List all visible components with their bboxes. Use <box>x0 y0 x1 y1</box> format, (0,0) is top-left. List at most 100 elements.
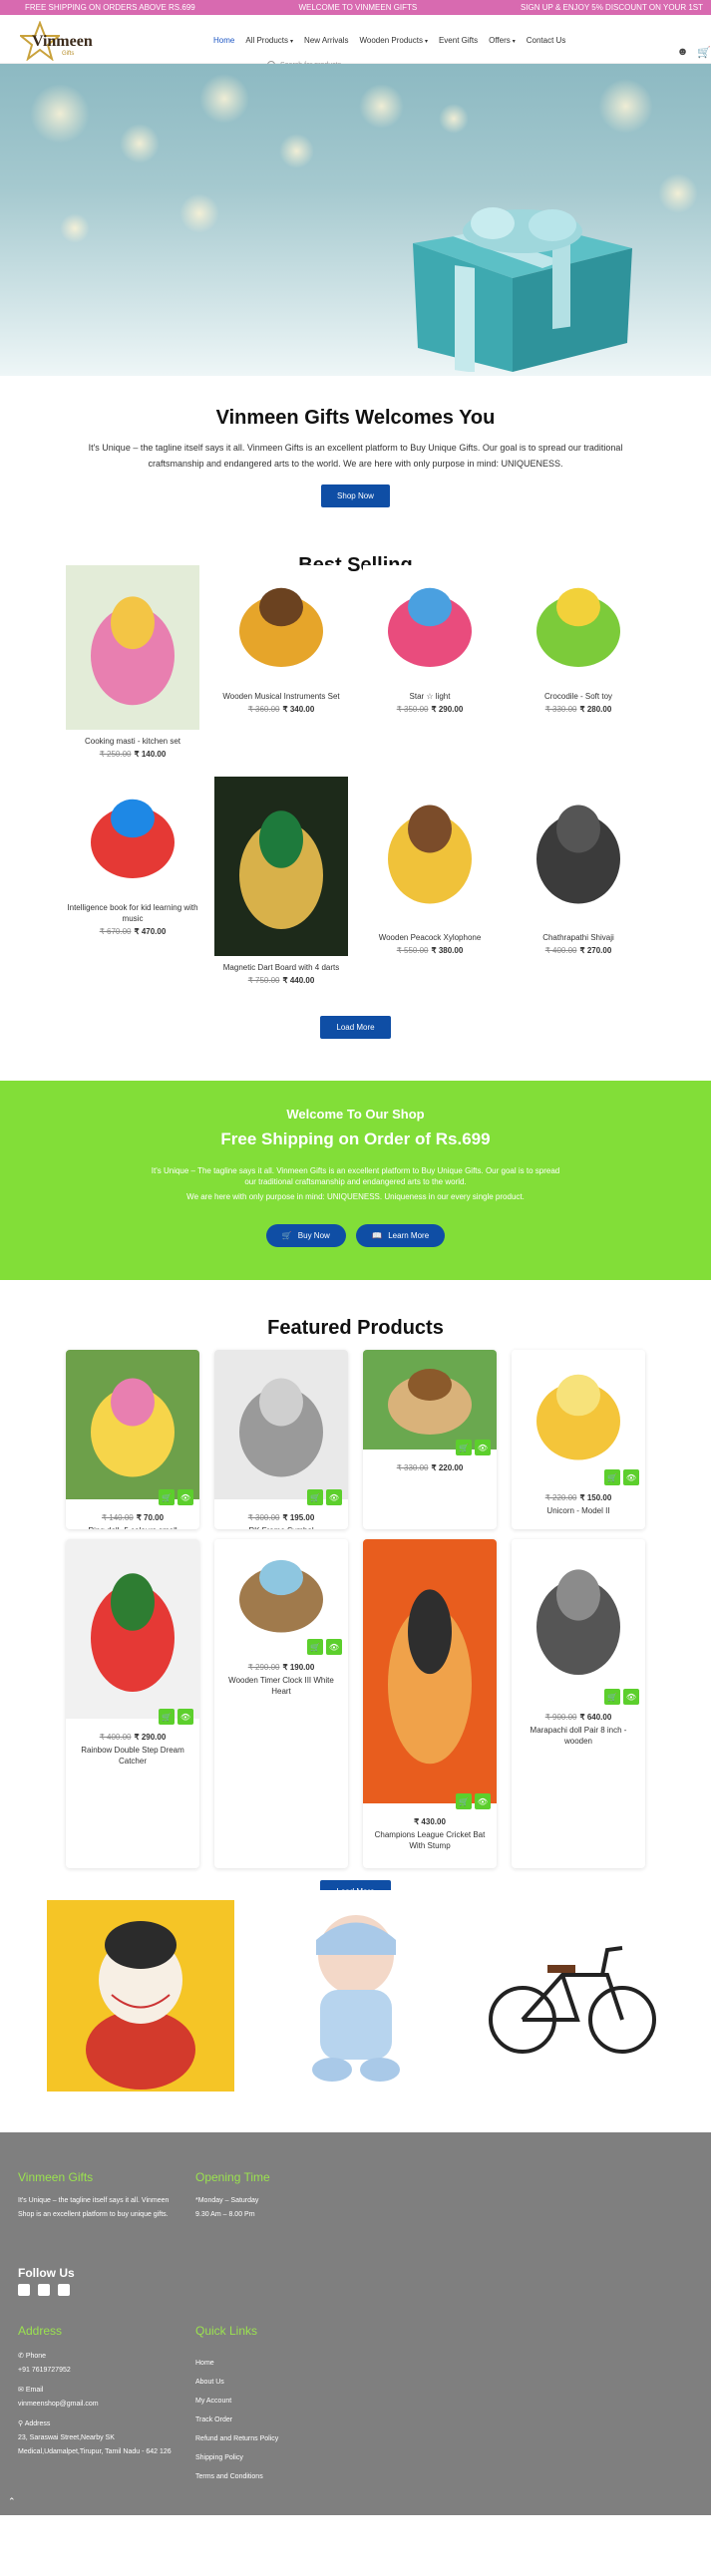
nav-item-wooden-products[interactable]: Wooden Products ▾ <box>360 36 428 45</box>
baby-doll-image[interactable] <box>261 1900 450 2092</box>
product-name[interactable]: Wooden Musical Instruments Set <box>214 691 348 702</box>
featured-product-card[interactable]: 🛒 👁 ₹ 330.00 ₹ 220.00 <box>363 1350 497 1529</box>
cart-icon[interactable]: 🛒 <box>697 46 711 59</box>
quick-view-icon[interactable]: 👁 <box>178 1709 193 1725</box>
facebook-icon[interactable] <box>18 2284 30 2296</box>
quick-view-icon[interactable]: 👁 <box>623 1689 639 1705</box>
product-card[interactable]: Wooden Musical Instruments Set ₹ 360.00 ₹ … <box>214 565 348 759</box>
product-image[interactable] <box>214 777 348 956</box>
quick-view-icon[interactable]: 👁 <box>326 1489 342 1505</box>
product-name[interactable]: Intelligence book for kid learning with … <box>66 902 199 924</box>
product-name[interactable]: Marapachi doll Pair 8 inch - wooden <box>512 1725 645 1747</box>
add-to-cart-icon[interactable]: 🛒 <box>159 1709 175 1725</box>
featured-product-card[interactable]: 🛒 👁 ₹ 400.00 ₹ 290.00 Rainbow Double Step Dr… <box>66 1539 199 1868</box>
metal-bicycle-image[interactable] <box>477 1900 665 2092</box>
promo-text-2: We are here with only purpose in mind: U… <box>186 1192 525 1201</box>
product-image[interactable] <box>512 777 645 926</box>
learn-more-button[interactable]: 📖 Learn More <box>356 1224 446 1247</box>
product-image[interactable] <box>66 777 199 896</box>
phone-number[interactable]: +91 7619727952 <box>18 2367 71 2374</box>
nav-item-all-products[interactable]: All Products ▾ <box>245 36 293 45</box>
buddha-figurine-image[interactable] <box>46 1900 234 2092</box>
product-name[interactable]: Chathrapathi Shivaji <box>512 932 645 943</box>
product-name[interactable]: Magnetic Dart Board with 4 darts <box>214 962 348 973</box>
featured-product-card[interactable]: 🛒 👁 ₹ 220.00 ₹ 150.00 Unicorn - Model II <box>512 1350 645 1529</box>
product-card[interactable]: Cooking masti - kitchen set ₹ 250.00 ₹ 140… <box>66 565 199 759</box>
product-name[interactable]: Star ☆ light <box>363 691 497 702</box>
promo-heading: Welcome To Our Shop <box>286 1107 425 1122</box>
shop-now-button[interactable]: Shop Now <box>321 484 390 507</box>
product-image[interactable] <box>363 565 497 685</box>
scroll-top-icon[interactable]: ⌃ <box>8 2496 16 2507</box>
email-address[interactable]: vinmeenshop@gmail.com <box>18 2401 99 2408</box>
featured-product-card[interactable]: 🛒 👁 ₹ 430.00 Champions League Cricket Bat W… <box>363 1539 497 1868</box>
footer-opening-days: *Monday – Saturday <box>195 2197 259 2204</box>
product-card[interactable]: Star ☆ light ₹ 350.00 ₹ 290.00 <box>363 565 497 759</box>
quick-view-icon[interactable]: 👁 <box>326 1639 342 1655</box>
add-to-cart-icon[interactable]: 🛒 <box>159 1489 175 1505</box>
nav-item-contact-us[interactable]: Contact Us <box>527 36 566 45</box>
instagram-icon[interactable] <box>58 2284 70 2296</box>
hero-banner[interactable] <box>0 64 711 376</box>
product-card[interactable]: Intelligence book for kid learning with … <box>66 777 199 985</box>
product-image[interactable]: 🛒 👁 <box>512 1539 645 1705</box>
product-image[interactable]: 🛒 👁 <box>363 1350 497 1455</box>
add-to-cart-icon[interactable]: 🛒 <box>456 1793 472 1809</box>
old-price: ₹ 330.00 <box>396 1463 429 1472</box>
quick-view-icon[interactable]: 👁 <box>178 1489 193 1505</box>
product-card[interactable]: Chathrapathi Shivaji ₹ 400.00 ₹ 270.00 <box>512 777 645 985</box>
nav-item-event-gifts[interactable]: Event Gifts <box>439 36 478 45</box>
site-logo[interactable]: Vinmeen Gifts <box>20 21 110 61</box>
featured-load-more-button[interactable]: Load More <box>320 1880 391 1890</box>
footer-link[interactable]: Track Order <box>195 2411 278 2429</box>
add-to-cart-icon[interactable]: 🛒 <box>604 1469 620 1485</box>
product-name[interactable]: Champions League Cricket Bat With Stump <box>363 1829 497 1851</box>
footer-link[interactable]: About Us <box>195 2373 278 2392</box>
product-image[interactable]: 🛒 👁 <box>214 1539 348 1655</box>
footer-link[interactable]: Refund and Returns Policy <box>195 2429 278 2448</box>
product-name[interactable]: Ring doll -5 colours small <box>66 1525 199 1529</box>
featured-product-card[interactable]: 🛒 👁 ₹ 900.00 ₹ 640.00 Marapachi doll Pair 8 … <box>512 1539 645 1868</box>
product-name[interactable]: Crocodile - Soft toy <box>512 691 645 702</box>
product-image[interactable]: 🛒 👁 <box>214 1350 348 1505</box>
product-card[interactable]: Magnetic Dart Board with 4 darts ₹ 750.00… <box>214 777 348 985</box>
add-to-cart-icon[interactable]: 🛒 <box>604 1689 620 1705</box>
product-card[interactable]: Crocodile - Soft toy ₹ 330.00 ₹ 280.00 <box>512 565 645 759</box>
add-to-cart-icon[interactable]: 🛒 <box>307 1489 323 1505</box>
product-image[interactable] <box>512 565 645 685</box>
youtube-icon[interactable] <box>38 2284 50 2296</box>
quick-view-icon[interactable]: 👁 <box>475 1793 491 1809</box>
nav-item-offers[interactable]: Offers ▾ <box>489 36 516 45</box>
featured-product-card[interactable]: 🛒👁 ₹ 140.00₹ 70.00 Ring doll -5 colours sm… <box>66 1350 199 1529</box>
buy-now-button[interactable]: 🛒 Buy Now <box>265 1224 346 1247</box>
nav-item-new-arrivals[interactable]: New Arrivals <box>304 36 348 45</box>
product-image[interactable] <box>66 565 199 730</box>
product-image[interactable]: 🛒 👁 <box>512 1350 645 1485</box>
product-image[interactable] <box>363 777 497 926</box>
footer-link[interactable]: Shipping Policy <box>195 2448 278 2467</box>
user-icon[interactable]: ☻ <box>677 46 689 59</box>
featured-product-card[interactable]: 🛒👁 ₹ 300.00₹ 195.00 RK Frame Symbol <box>214 1350 348 1529</box>
product-image[interactable] <box>214 565 348 685</box>
footer-link[interactable]: My Account <box>195 2392 278 2411</box>
footer-link[interactable]: Terms and Conditions <box>195 2467 278 2486</box>
product-card[interactable]: Wooden Peacock Xylophone ₹ 550.00 ₹ 380.00 <box>363 777 497 985</box>
nav-item-home[interactable]: Home <box>213 36 234 45</box>
featured-product-card[interactable]: 🛒 👁 ₹ 290.00 ₹ 190.00 Wooden Timer Clock III… <box>214 1539 348 1868</box>
product-image[interactable]: 🛒 👁 <box>66 1350 199 1505</box>
quick-view-icon[interactable]: 👁 <box>623 1469 639 1485</box>
product-image[interactable]: 🛒 👁 <box>66 1539 199 1725</box>
footer-link[interactable]: Home <box>195 2354 278 2373</box>
product-image[interactable]: 🛒 👁 <box>363 1539 497 1809</box>
product-name[interactable]: Wooden Peacock Xylophone <box>363 932 497 943</box>
add-to-cart-icon[interactable]: 🛒 <box>307 1639 323 1655</box>
best-selling-grid: Cooking masti - kitchen set ₹ 250.00 ₹ 140… <box>0 565 711 985</box>
product-name[interactable]: RK Frame Symbol <box>214 1525 348 1529</box>
product-name[interactable]: Rainbow Double Step Dream Catcher <box>66 1745 199 1767</box>
quick-view-icon[interactable]: 👁 <box>475 1440 491 1455</box>
load-more-button[interactable]: Load More <box>320 1016 391 1039</box>
add-to-cart-icon[interactable]: 🛒 <box>456 1440 472 1455</box>
product-name[interactable]: Wooden Timer Clock III White Heart <box>214 1675 348 1697</box>
product-name[interactable]: Cooking masti - kitchen set <box>66 736 199 747</box>
product-name[interactable]: Unicorn - Model II <box>512 1505 645 1516</box>
